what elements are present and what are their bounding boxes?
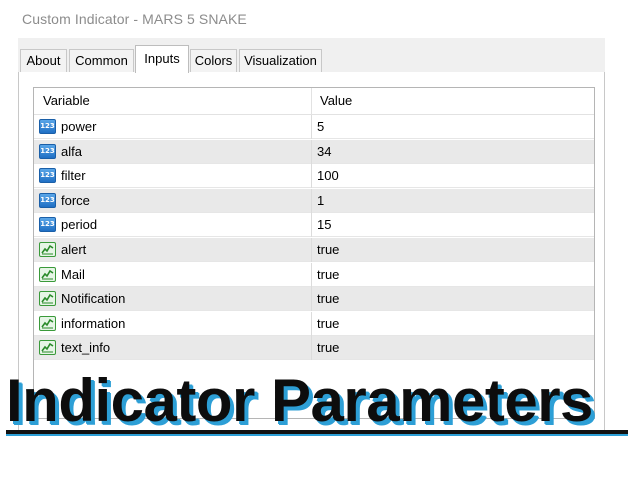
table-row[interactable]: 123 power 5 xyxy=(34,115,594,139)
tab-label: About xyxy=(26,53,61,68)
variable-value[interactable]: true xyxy=(317,287,339,311)
column-header-value[interactable]: Value xyxy=(320,88,352,114)
title-bar: Custom Indicator - MARS 5 SNAKE xyxy=(0,0,640,38)
table-row[interactable]: 123 filter 100 xyxy=(34,164,594,189)
variable-name: Mail xyxy=(61,266,85,282)
variable-value[interactable]: 100 xyxy=(317,164,339,188)
cell-divider xyxy=(311,311,312,336)
cell-divider xyxy=(311,139,312,164)
tab-label: Colors xyxy=(194,53,233,68)
variable-value[interactable]: true xyxy=(317,263,339,287)
variable-name: force xyxy=(61,192,90,208)
cell-divider xyxy=(311,238,312,262)
cell-divider xyxy=(311,213,312,238)
variable-value[interactable]: 34 xyxy=(317,140,331,164)
variable-value[interactable]: 15 xyxy=(317,213,331,237)
window-title: Custom Indicator - MARS 5 SNAKE xyxy=(22,11,247,27)
banner-title: Indicator Parameters xyxy=(6,367,593,434)
variable-value[interactable]: 5 xyxy=(317,115,324,139)
table-row[interactable]: 123 alfa 34 xyxy=(34,139,594,164)
variable-name: power xyxy=(61,119,97,134)
cell-divider xyxy=(311,115,312,139)
variable-value[interactable]: 1 xyxy=(317,189,324,213)
number-icon: 123 xyxy=(39,192,56,208)
variable-name: filter xyxy=(61,168,86,184)
table-row[interactable]: 123 force 1 xyxy=(34,188,594,213)
cell-divider xyxy=(311,336,312,361)
variable-name: alert xyxy=(61,242,87,257)
cell-divider xyxy=(311,262,312,287)
tab-common[interactable]: Common xyxy=(69,49,134,73)
table-row[interactable]: information true xyxy=(34,311,594,336)
tab-strip: About Common Inputs Colors Visualization xyxy=(18,38,605,73)
banner-underline xyxy=(6,430,628,436)
table-row[interactable]: Mail true xyxy=(34,262,594,287)
variable-name: text_info xyxy=(61,340,111,356)
tab-visualization[interactable]: Visualization xyxy=(239,49,322,73)
banner: Indicator Parameters xyxy=(6,368,636,440)
variable-name: Notification xyxy=(61,291,126,307)
table-row[interactable]: text_info true xyxy=(34,336,594,361)
grid-header: Variable Value xyxy=(34,88,594,115)
cell-divider xyxy=(311,164,312,189)
number-icon: 123 xyxy=(39,143,56,159)
number-icon: 123 xyxy=(39,217,56,233)
column-divider[interactable] xyxy=(311,88,312,114)
boolean-icon xyxy=(39,242,56,257)
tab-label: Visualization xyxy=(244,53,317,68)
variable-value[interactable]: true xyxy=(317,312,339,336)
number-icon: 123 xyxy=(39,168,56,184)
boolean-icon xyxy=(39,340,56,356)
table-row[interactable]: 123 period 15 xyxy=(34,213,594,238)
variable-name: alfa xyxy=(61,143,82,159)
boolean-icon xyxy=(39,291,56,307)
table-row[interactable]: alert true xyxy=(34,238,594,262)
boolean-icon xyxy=(39,266,56,282)
number-icon: 123 xyxy=(39,119,56,134)
tab-about[interactable]: About xyxy=(20,49,67,73)
boolean-icon xyxy=(39,315,56,331)
variable-name: information xyxy=(61,315,126,331)
tab-label: Inputs xyxy=(144,51,180,66)
tab-colors[interactable]: Colors xyxy=(190,49,237,73)
cell-divider xyxy=(311,287,312,312)
variable-value[interactable]: true xyxy=(317,238,339,262)
column-header-variable[interactable]: Variable xyxy=(43,88,90,114)
variable-name: period xyxy=(61,217,98,233)
tab-inputs[interactable]: Inputs xyxy=(135,45,189,73)
tab-label: Common xyxy=(75,53,128,68)
cell-divider xyxy=(311,188,312,213)
table-row[interactable]: Notification true xyxy=(34,287,594,312)
variable-value[interactable]: true xyxy=(317,336,339,360)
